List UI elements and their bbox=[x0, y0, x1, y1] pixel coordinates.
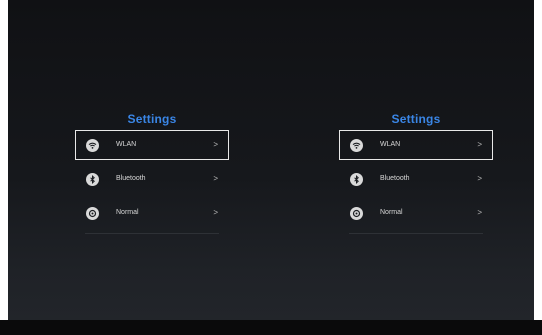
chevron-right-icon: > bbox=[477, 174, 482, 183]
bluetooth-icon bbox=[350, 173, 363, 186]
settings-icon bbox=[86, 207, 99, 220]
settings-icon bbox=[350, 207, 363, 220]
tv-screen: Settings WLAN > Bluetooth > Normal > Set… bbox=[8, 0, 534, 320]
chevron-right-icon: > bbox=[213, 174, 218, 183]
bluetooth-icon bbox=[86, 173, 99, 186]
wifi-icon bbox=[86, 139, 99, 152]
menu-item-bluetooth[interactable]: Bluetooth > bbox=[75, 164, 229, 194]
chevron-right-icon: > bbox=[477, 140, 482, 149]
menu-item-wlan[interactable]: WLAN > bbox=[75, 130, 229, 160]
menu-item-normal[interactable]: Normal > bbox=[75, 198, 229, 228]
list-divider bbox=[349, 233, 483, 234]
list-divider bbox=[85, 233, 219, 234]
wifi-icon bbox=[350, 139, 363, 152]
chevron-right-icon: > bbox=[213, 208, 218, 217]
menu-item-label: WLAN bbox=[116, 141, 137, 148]
settings-panel-right: Settings WLAN > Bluetooth > Normal > bbox=[339, 108, 493, 234]
settings-panel-left: Settings WLAN > Bluetooth > Normal > bbox=[75, 108, 229, 234]
menu-item-label: WLAN bbox=[380, 141, 401, 148]
chevron-right-icon: > bbox=[213, 140, 218, 149]
menu-item-label: Normal bbox=[380, 209, 403, 216]
chevron-right-icon: > bbox=[477, 208, 482, 217]
menu-item-bluetooth[interactable]: Bluetooth > bbox=[339, 164, 493, 194]
menu-item-normal[interactable]: Normal > bbox=[339, 198, 493, 228]
menu-item-label: Bluetooth bbox=[116, 175, 146, 182]
bottom-bar bbox=[0, 320, 542, 335]
menu-item-label: Normal bbox=[116, 209, 139, 216]
panel-title: Settings bbox=[127, 112, 177, 126]
menu-item-label: Bluetooth bbox=[380, 175, 410, 182]
menu-item-wlan[interactable]: WLAN > bbox=[339, 130, 493, 160]
panel-title: Settings bbox=[391, 112, 441, 126]
